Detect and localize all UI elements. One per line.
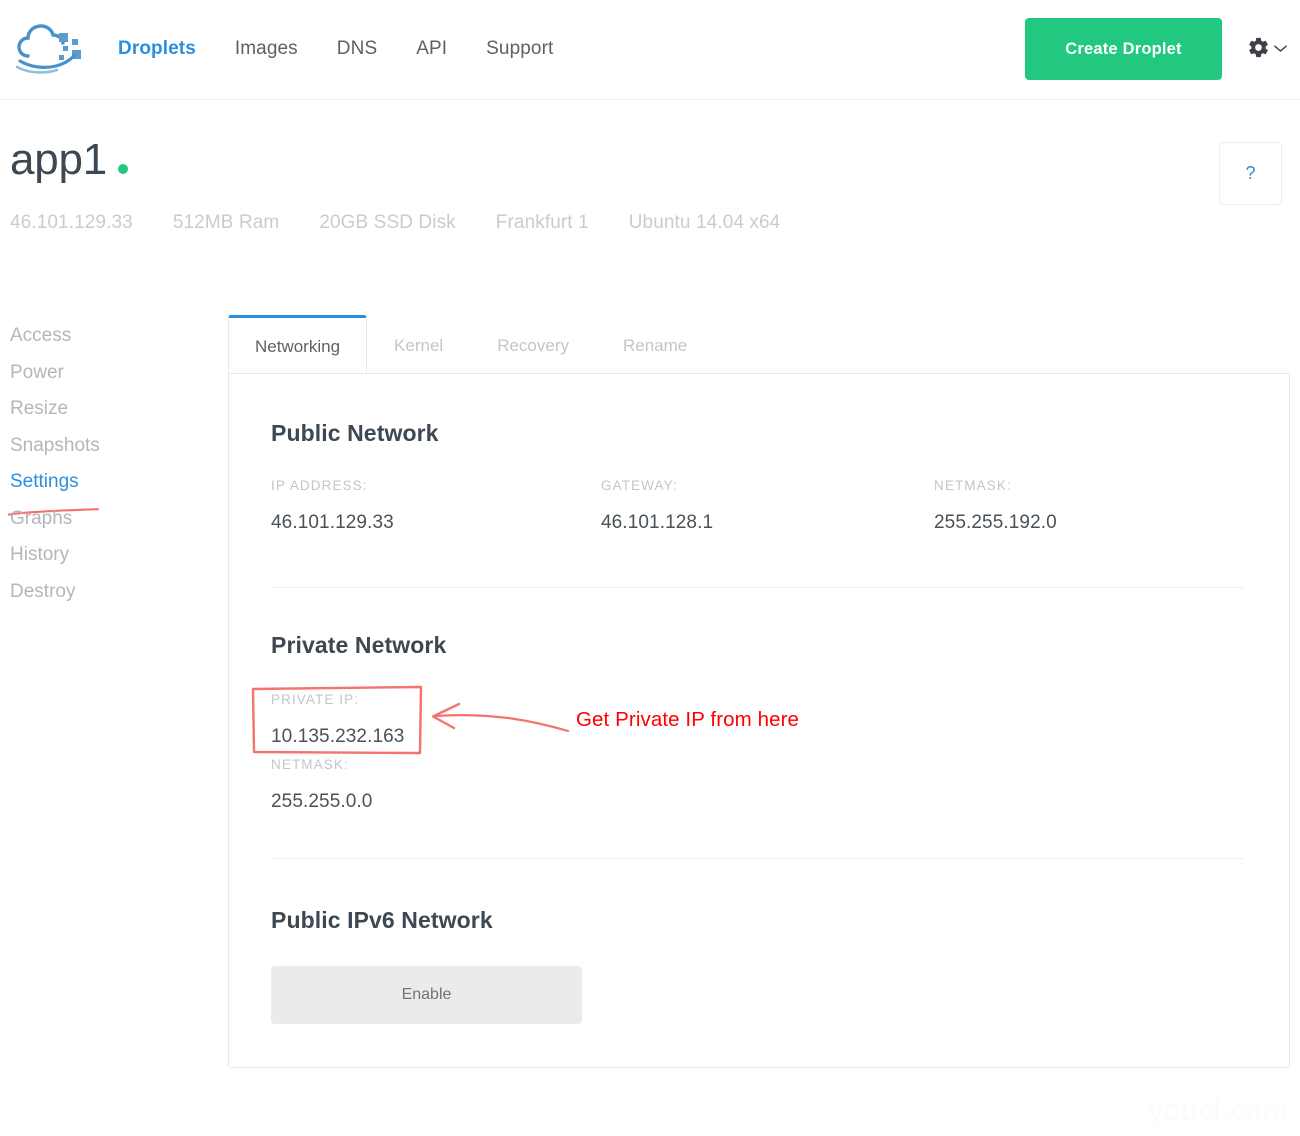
sidebar-item-resize[interactable]: Resize (10, 391, 68, 428)
create-droplet-button[interactable]: Create Droplet (1025, 18, 1222, 80)
divider-private-ipv6 (271, 858, 1244, 859)
sidebar-item-access[interactable]: Access (10, 318, 71, 355)
sidebar-item-power[interactable]: Power (10, 355, 64, 392)
public-gateway-label: GATEWAY: (601, 478, 678, 493)
status-badge (118, 164, 129, 174)
gear-icon (1247, 36, 1270, 64)
private-netmask-label: NETMASK: (271, 757, 349, 772)
sidebar-item-graphs[interactable]: Graphs (10, 501, 72, 538)
private-ip-field: PRIVATE IP: 10.135.232.163 (271, 692, 404, 748)
public-netmask-label: NETMASK: (934, 478, 1012, 493)
meta-disk: 20GB SSD Disk (319, 212, 456, 233)
public-ip-value: 46.101.129.33 (271, 512, 394, 533)
public-ip-label: IP ADDRESS: (271, 478, 368, 493)
tab-networking[interactable]: Networking (228, 315, 368, 375)
public-network-fields: IP ADDRESS: 46.101.129.33 GATEWAY: 46.10… (271, 478, 1246, 534)
meta-os: Ubuntu 14.04 x64 (628, 212, 781, 233)
sidebar-item-label: Settings (10, 471, 79, 492)
private-network-heading: Private Network (271, 632, 447, 658)
enable-ipv6-button[interactable]: Enable (271, 966, 582, 1024)
divider-public-private (271, 587, 1244, 588)
nav-item-support[interactable]: Support (486, 38, 553, 60)
public-network-heading: Public Network (271, 420, 439, 446)
meta-ram: 512MB Ram (172, 212, 280, 233)
private-netmask-value: 255.255.0.0 (271, 791, 373, 812)
nav-item-images[interactable]: Images (235, 38, 298, 60)
sidebar-item-settings[interactable]: Settings (7, 464, 100, 516)
nav-item-dns[interactable]: DNS (337, 38, 377, 60)
help-button[interactable]: ? (1219, 142, 1282, 205)
annotation-text: Get Private IP from here (576, 708, 800, 731)
private-netmask-field: NETMASK: 255.255.0.0 (271, 757, 372, 813)
digitalocean-cloud-logo-icon[interactable] (10, 22, 86, 76)
tab-recovery[interactable]: Recovery (470, 315, 596, 375)
meta-region: Frankfurt 1 (495, 212, 589, 233)
account-settings-menu[interactable] (1247, 36, 1288, 64)
public-gateway-value: 46.101.128.1 (601, 512, 714, 533)
droplet-title-row: app1 (10, 135, 129, 184)
tab-kernel[interactable]: Kernel (367, 315, 470, 375)
tab-rename[interactable]: Rename (596, 315, 714, 375)
watermark: youcl.com (1148, 1095, 1288, 1127)
settings-tabs: Networking Kernel Recovery Rename (228, 314, 714, 375)
public-ip-field: IP ADDRESS: 46.101.129.33 (271, 478, 601, 534)
sidebar-item-snapshots[interactable]: Snapshots (10, 428, 100, 465)
chevron-down-icon (1273, 41, 1288, 59)
meta-ip: 46.101.129.33 (10, 212, 133, 233)
public-netmask-field: NETMASK: 255.255.192.0 (934, 478, 1246, 534)
page-title: app1 (10, 135, 108, 184)
private-ip-value: 10.135.232.163 (271, 726, 405, 747)
nav-item-api[interactable]: API (416, 38, 447, 60)
nav-item-droplets[interactable]: Droplets (118, 38, 196, 60)
top-header: Droplets Images DNS API Support Create D… (0, 0, 1300, 100)
settings-sidebar: Access Power Resize Snapshots Settings G… (7, 318, 195, 611)
droplet-settings-page: Droplets Images DNS API Support Create D… (0, 0, 1300, 1136)
public-gateway-field: GATEWAY: 46.101.128.1 (601, 478, 934, 534)
main-nav: Droplets Images DNS API Support (118, 38, 553, 60)
public-netmask-value: 255.255.192.0 (934, 512, 1057, 533)
ipv6-network-heading: Public IPv6 Network (271, 907, 493, 933)
droplet-meta: 46.101.129.33 512MB Ram 20GB SSD Disk Fr… (10, 212, 780, 234)
sidebar-item-destroy[interactable]: Destroy (10, 574, 75, 611)
sidebar-item-history[interactable]: History (10, 537, 69, 574)
private-ip-label: PRIVATE IP: (271, 692, 360, 707)
